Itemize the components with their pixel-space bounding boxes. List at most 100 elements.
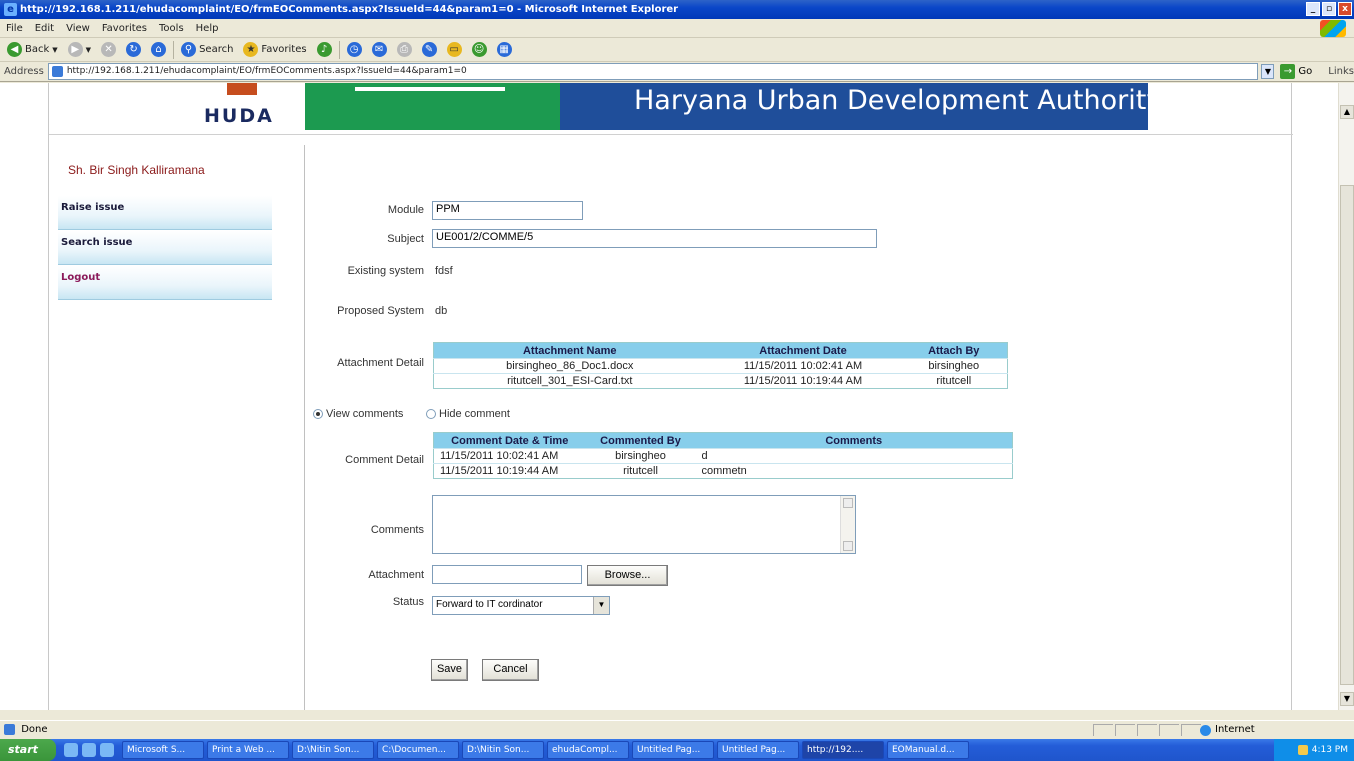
tray-icon[interactable] bbox=[1297, 745, 1308, 755]
attachment-link[interactable]: ritutcell_301_ESI-Card.txt bbox=[433, 373, 706, 389]
scroll-up-icon[interactable] bbox=[843, 498, 853, 508]
stop-button[interactable]: ✕ bbox=[98, 40, 119, 60]
start-button[interactable]: start bbox=[0, 739, 56, 761]
system-tray: 4:13 PM bbox=[1274, 739, 1354, 761]
comments-textarea[interactable] bbox=[432, 495, 856, 554]
org-name-banner: Haryana Urban Development Authority bbox=[560, 83, 1148, 130]
research-button[interactable]: ▦ bbox=[494, 40, 515, 60]
go-arrow-icon: → bbox=[1280, 64, 1296, 79]
menu-help[interactable]: Help bbox=[196, 23, 219, 34]
cancel-button[interactable]: Cancel bbox=[482, 659, 539, 681]
browser-toolbar: ◀ Back ▼ ▶ ▼ ✕ ↻ ⌂ ⚲ Search ★ Favorites … bbox=[0, 38, 1354, 62]
hide-comment-radio[interactable] bbox=[426, 409, 436, 419]
taskbar-button[interactable]: Untitled Pag... bbox=[632, 741, 714, 759]
comments-header-row: Comment Date & Time Commented By Comment… bbox=[433, 432, 1013, 449]
sidebar-item-search-issue[interactable]: Search issue bbox=[58, 231, 272, 265]
media-launch-icon[interactable] bbox=[100, 743, 114, 757]
go-label: Go bbox=[1298, 66, 1313, 77]
scroll-down-icon[interactable] bbox=[843, 541, 853, 551]
forward-dropdown-icon[interactable]: ▼ bbox=[86, 46, 91, 54]
refresh-button[interactable]: ↻ bbox=[123, 40, 144, 60]
scroll-down-icon[interactable]: ▼ bbox=[1340, 692, 1354, 706]
view-comments-option[interactable]: View comments bbox=[313, 408, 403, 420]
issue-form: Module PPM Subject UE001/2/COMME/5 Exist… bbox=[305, 145, 1292, 710]
chevron-down-icon[interactable]: ▼ bbox=[593, 597, 609, 614]
attachment-label: Attachment bbox=[368, 569, 424, 581]
history-button[interactable]: ◷ bbox=[344, 40, 365, 60]
address-input[interactable]: http://192.168.1.211/ehudacomplaint/EO/f… bbox=[47, 63, 1259, 80]
minimize-button[interactable]: _ bbox=[1306, 2, 1320, 16]
back-button[interactable]: ◀ Back ▼ bbox=[4, 40, 61, 60]
search-button[interactable]: ⚲ Search bbox=[178, 40, 236, 60]
ie-launch-icon[interactable] bbox=[82, 743, 96, 757]
page-scrollbar[interactable]: ▲ ▼ bbox=[1338, 83, 1354, 710]
search-label: Search bbox=[199, 44, 234, 55]
edit-button[interactable]: ✎ bbox=[419, 40, 440, 60]
comments-header: Comments bbox=[695, 432, 1013, 449]
taskbar-button[interactable]: Microsoft S... bbox=[122, 741, 204, 759]
subject-field[interactable]: UE001/2/COMME/5 bbox=[432, 229, 877, 248]
browse-button[interactable]: Browse... bbox=[587, 565, 668, 586]
sidebar: Sh. Bir Singh Kalliramana Raise issue Se… bbox=[49, 145, 305, 710]
menu-file[interactable]: File bbox=[6, 23, 23, 34]
maximize-button[interactable]: ▫ bbox=[1322, 2, 1336, 16]
home-button[interactable]: ⌂ bbox=[148, 40, 169, 60]
attachment-date: 11/15/2011 10:02:41 AM bbox=[705, 358, 901, 374]
media-button[interactable]: ♪ bbox=[314, 40, 335, 60]
hide-comment-label: Hide comment bbox=[439, 408, 510, 420]
module-field[interactable]: PPM bbox=[432, 201, 583, 220]
favorites-button[interactable]: ★ Favorites bbox=[240, 40, 309, 60]
go-button[interactable]: → Go bbox=[1280, 64, 1312, 79]
taskbar-button[interactable]: ehudaCompl... bbox=[547, 741, 629, 759]
links-button[interactable]: Links bbox=[1328, 66, 1354, 77]
window-title-bar: e http://192.168.1.211/ehudacomplaint/EO… bbox=[0, 0, 1354, 19]
hide-comment-option[interactable]: Hide comment bbox=[426, 408, 510, 420]
attachment-table: Attachment Name Attachment Date Attach B… bbox=[433, 342, 1008, 389]
taskbar-button[interactable]: D:\Nitin Son... bbox=[462, 741, 544, 759]
comments-label: Comments bbox=[370, 524, 424, 536]
menu-favorites[interactable]: Favorites bbox=[102, 23, 147, 34]
mail-button[interactable]: ✉ bbox=[369, 40, 390, 60]
print-button[interactable]: ⎙ bbox=[394, 40, 415, 60]
taskbar-button-active[interactable]: http://192.... bbox=[802, 741, 884, 759]
zone-label: Internet bbox=[1215, 724, 1255, 735]
taskbar-button[interactable]: D:\Nitin Son... bbox=[292, 741, 374, 759]
favorites-label: Favorites bbox=[261, 44, 307, 55]
sidebar-item-raise-issue[interactable]: Raise issue bbox=[58, 196, 272, 230]
back-dropdown-icon[interactable]: ▼ bbox=[52, 46, 57, 54]
close-button[interactable]: x bbox=[1338, 2, 1352, 16]
save-button[interactable]: Save bbox=[431, 659, 468, 681]
globe-icon bbox=[1200, 724, 1211, 736]
folder-icon: ▭ bbox=[446, 42, 462, 57]
scroll-thumb[interactable] bbox=[1340, 185, 1354, 685]
commented-by: birsingheo bbox=[585, 448, 696, 464]
commented-by-header: Commented By bbox=[585, 432, 696, 449]
table-row: 11/15/2011 10:19:44 AM ritutcell commetn bbox=[433, 463, 1013, 479]
menu-view[interactable]: View bbox=[66, 23, 90, 34]
taskbar-button[interactable]: C:\Documen... bbox=[377, 741, 459, 759]
show-desktop-icon[interactable] bbox=[64, 743, 78, 757]
forward-arrow-icon: ▶ bbox=[67, 42, 83, 57]
scroll-up-icon[interactable]: ▲ bbox=[1340, 105, 1354, 119]
taskbar-button[interactable]: Untitled Pag... bbox=[717, 741, 799, 759]
sidebar-item-logout[interactable]: Logout bbox=[58, 266, 272, 300]
status-select[interactable]: Forward to IT cordinator ▼ bbox=[432, 596, 610, 615]
stop-icon: ✕ bbox=[101, 42, 117, 57]
star-icon: ★ bbox=[243, 42, 259, 57]
module-label: Module bbox=[387, 204, 424, 216]
menu-tools[interactable]: Tools bbox=[159, 23, 184, 34]
comments-scrollbar[interactable] bbox=[840, 496, 855, 553]
forward-button[interactable]: ▶ ▼ bbox=[65, 40, 94, 60]
address-dropdown-icon[interactable]: ▼ bbox=[1261, 64, 1275, 79]
page-container: HUDA Haryana Urban Development Authority… bbox=[48, 83, 1293, 710]
header-banner: HUDA Haryana Urban Development Authority bbox=[49, 83, 1293, 135]
attachment-file-input[interactable] bbox=[432, 565, 582, 584]
view-comments-radio[interactable] bbox=[313, 409, 323, 419]
menu-edit[interactable]: Edit bbox=[35, 23, 54, 34]
attachment-link[interactable]: birsingheo_86_Doc1.docx bbox=[433, 358, 706, 374]
messenger-button[interactable]: ☺ bbox=[469, 40, 490, 60]
taskbar-button[interactable]: Print a Web ... bbox=[207, 741, 289, 759]
taskbar-button[interactable]: EOManual.d... bbox=[887, 741, 969, 759]
folder-button[interactable]: ▭ bbox=[444, 40, 465, 60]
address-url: http://192.168.1.211/ehudacomplaint/EO/f… bbox=[66, 66, 467, 76]
